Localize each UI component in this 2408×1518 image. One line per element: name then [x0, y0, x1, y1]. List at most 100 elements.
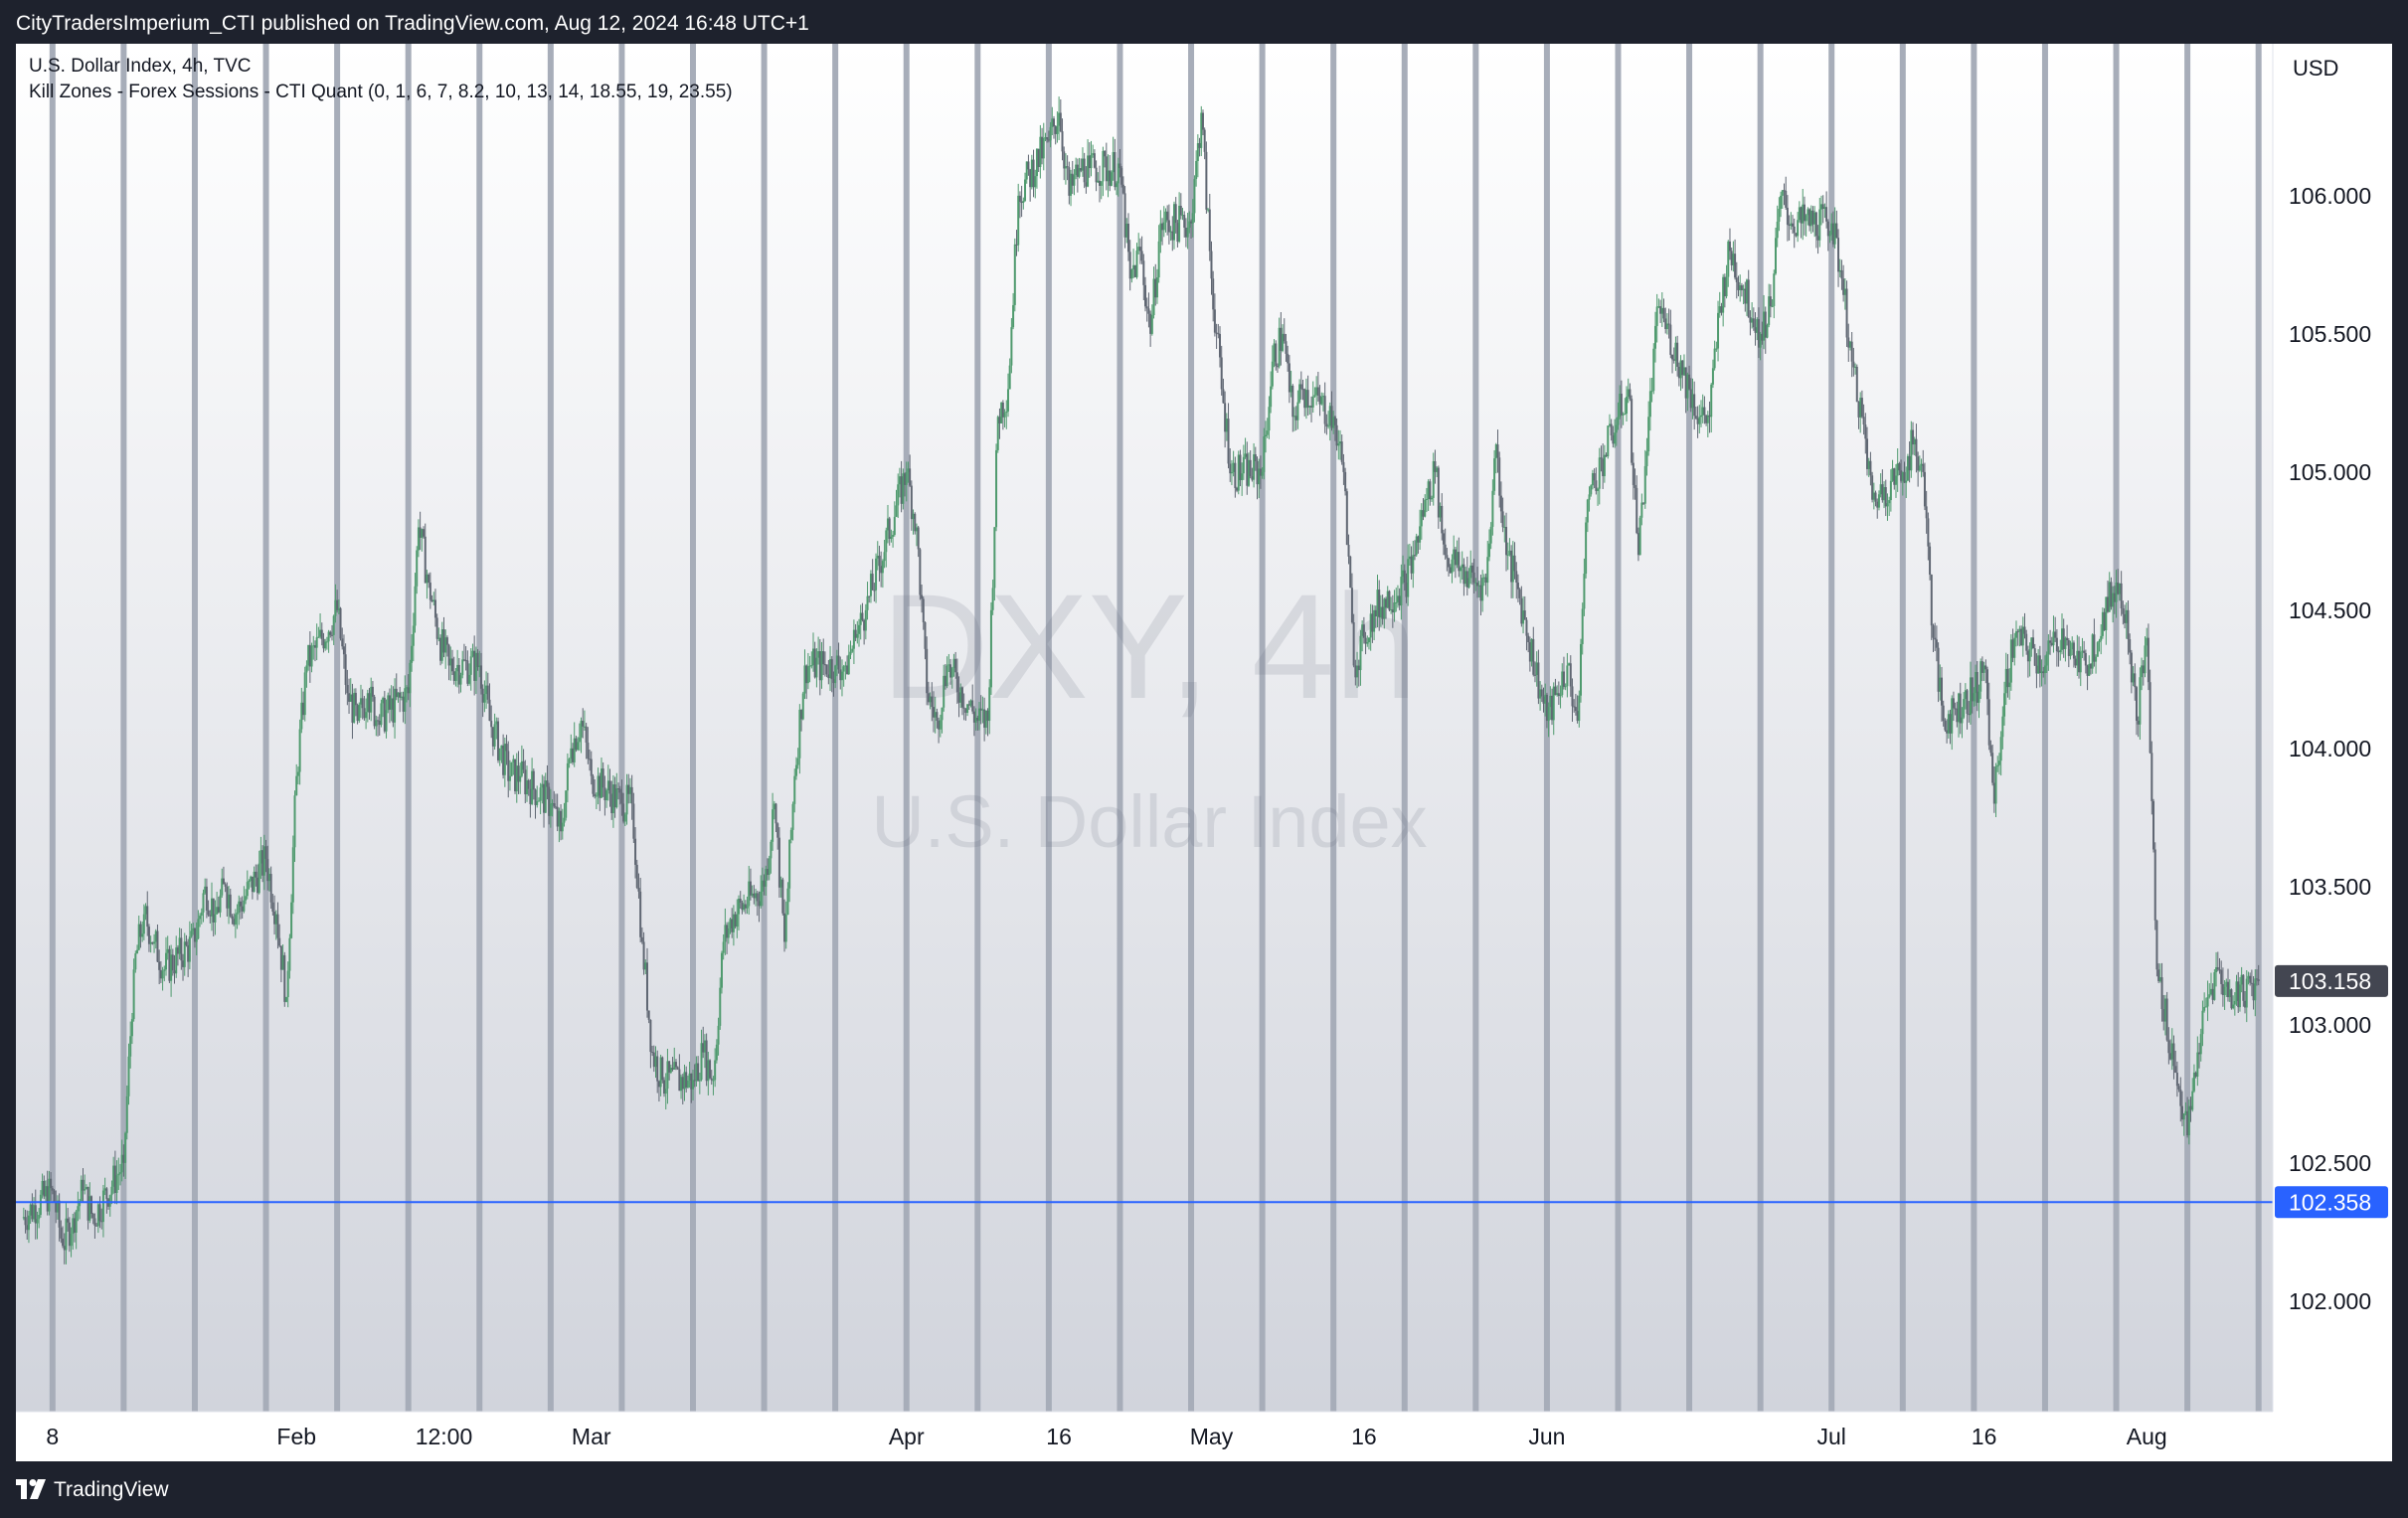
legend-indicator[interactable]: Kill Zones - Forex Sessions - CTI Quant … [29, 82, 733, 103]
candle [2009, 634, 2012, 691]
time-tick-label: May [1190, 1424, 1234, 1449]
session-line [262, 44, 269, 1412]
watermark-name: U.S. Dollar Index [871, 780, 1428, 863]
candle [1133, 264, 1136, 278]
candle [303, 666, 306, 722]
candle [720, 950, 723, 994]
candle [1000, 402, 1003, 424]
candle [1013, 238, 1016, 312]
candle [339, 606, 342, 641]
candle [1415, 533, 1418, 557]
candle [168, 945, 171, 983]
session-line [1472, 44, 1479, 1412]
candle [705, 1033, 708, 1087]
session-line [761, 44, 768, 1412]
candle [439, 634, 442, 666]
footer: TradingView [0, 1461, 2408, 1518]
candle [387, 692, 390, 714]
candle [53, 1189, 56, 1203]
candle [1585, 517, 1588, 579]
candle [1345, 488, 1348, 546]
candle [2153, 842, 2156, 930]
time-tick-label: Apr [889, 1424, 925, 1449]
candle [1205, 141, 1208, 214]
price-tick-label: 103.000 [2289, 1012, 2371, 1038]
price-chart[interactable]: USD 102.000 102.500 103.000 103.500 104.000 10… [16, 44, 2392, 1461]
candle [353, 688, 356, 724]
tradingview-logo-icon[interactable] [16, 1479, 46, 1499]
candle [592, 773, 595, 797]
last-price-label: 103.158 [2289, 968, 2371, 994]
session-line [405, 44, 412, 1412]
candle [291, 835, 294, 915]
session-line [2255, 44, 2262, 1412]
candle [514, 759, 517, 794]
session-line [1971, 44, 1978, 1412]
candle [2096, 641, 2099, 657]
time-tick-label: Mar [572, 1424, 611, 1449]
price-tick-label: 104.000 [2289, 736, 2371, 761]
candle [1766, 323, 1769, 339]
session-line [2041, 44, 2048, 1412]
session-line [120, 44, 127, 1412]
candle [709, 1059, 712, 1080]
candle [1855, 364, 1858, 403]
time-tick-label: Aug [2127, 1424, 2167, 1449]
candle [358, 702, 361, 724]
time-tick-label: 16 [1351, 1424, 1377, 1449]
candle [2149, 669, 2151, 755]
publish-info: CityTradersImperium_CTI published on Tra… [16, 12, 809, 35]
candle [2155, 920, 2158, 977]
candle [1110, 170, 1113, 187]
time-tick-label: 16 [1046, 1424, 1072, 1449]
footer-brand: TradingView [54, 1478, 169, 1501]
price-tick-label: 102.500 [2289, 1150, 2371, 1176]
session-line [2113, 44, 2120, 1412]
price-tick-label: 105.500 [2289, 321, 2371, 347]
session-line [2184, 44, 2191, 1412]
session-line [476, 44, 483, 1412]
time-axis-bg [16, 1412, 2273, 1461]
candle [1871, 471, 1874, 503]
candle [2110, 577, 2113, 610]
session-line [334, 44, 341, 1412]
session-line [49, 44, 56, 1412]
candle [284, 996, 287, 1003]
candle [497, 717, 500, 763]
candle [2165, 991, 2168, 1042]
candle [1237, 450, 1240, 495]
session-line [1757, 44, 1764, 1412]
time-tick-label: 8 [46, 1424, 59, 1449]
candle [510, 761, 513, 777]
candle [1120, 166, 1123, 188]
session-line [191, 44, 198, 1412]
candle [661, 1056, 664, 1084]
axis-corner [2273, 1412, 2392, 1461]
currency-label[interactable]: USD [2293, 56, 2338, 81]
candle [2152, 798, 2155, 853]
candle [781, 877, 784, 916]
candle [373, 694, 376, 730]
price-tick-label: 102.000 [2289, 1288, 2371, 1314]
price-axis[interactable]: USD 102.000 102.500 103.000 103.500 104.000 10… [2272, 44, 2392, 1461]
candle [1845, 280, 1848, 347]
session-line [1828, 44, 1835, 1412]
session-line [547, 44, 554, 1412]
candle [283, 951, 286, 1007]
legend-symbol[interactable]: U.S. Dollar Index, 4h, TVC [29, 56, 252, 78]
session-line [1899, 44, 1906, 1412]
chart-frame[interactable]: USD 102.000 102.500 103.000 103.500 104.000 10… [16, 44, 2392, 1461]
price-tick-label: 104.500 [2289, 597, 2371, 623]
session-line [1686, 44, 1693, 1412]
time-axis[interactable]: 8 Feb 12:00 Mar Apr 16 May 16 Jun Jul 16 Aug [16, 1411, 2392, 1461]
price-tick-label: 106.000 [2289, 183, 2371, 209]
session-line [618, 44, 625, 1412]
candle [134, 950, 137, 973]
candle [1631, 395, 1634, 466]
candle [1580, 638, 1583, 703]
time-tick-label: 12:00 [416, 1424, 473, 1449]
session-line [690, 44, 696, 1412]
candle [996, 415, 999, 453]
session-line [1615, 44, 1622, 1412]
candle [1906, 453, 1909, 481]
